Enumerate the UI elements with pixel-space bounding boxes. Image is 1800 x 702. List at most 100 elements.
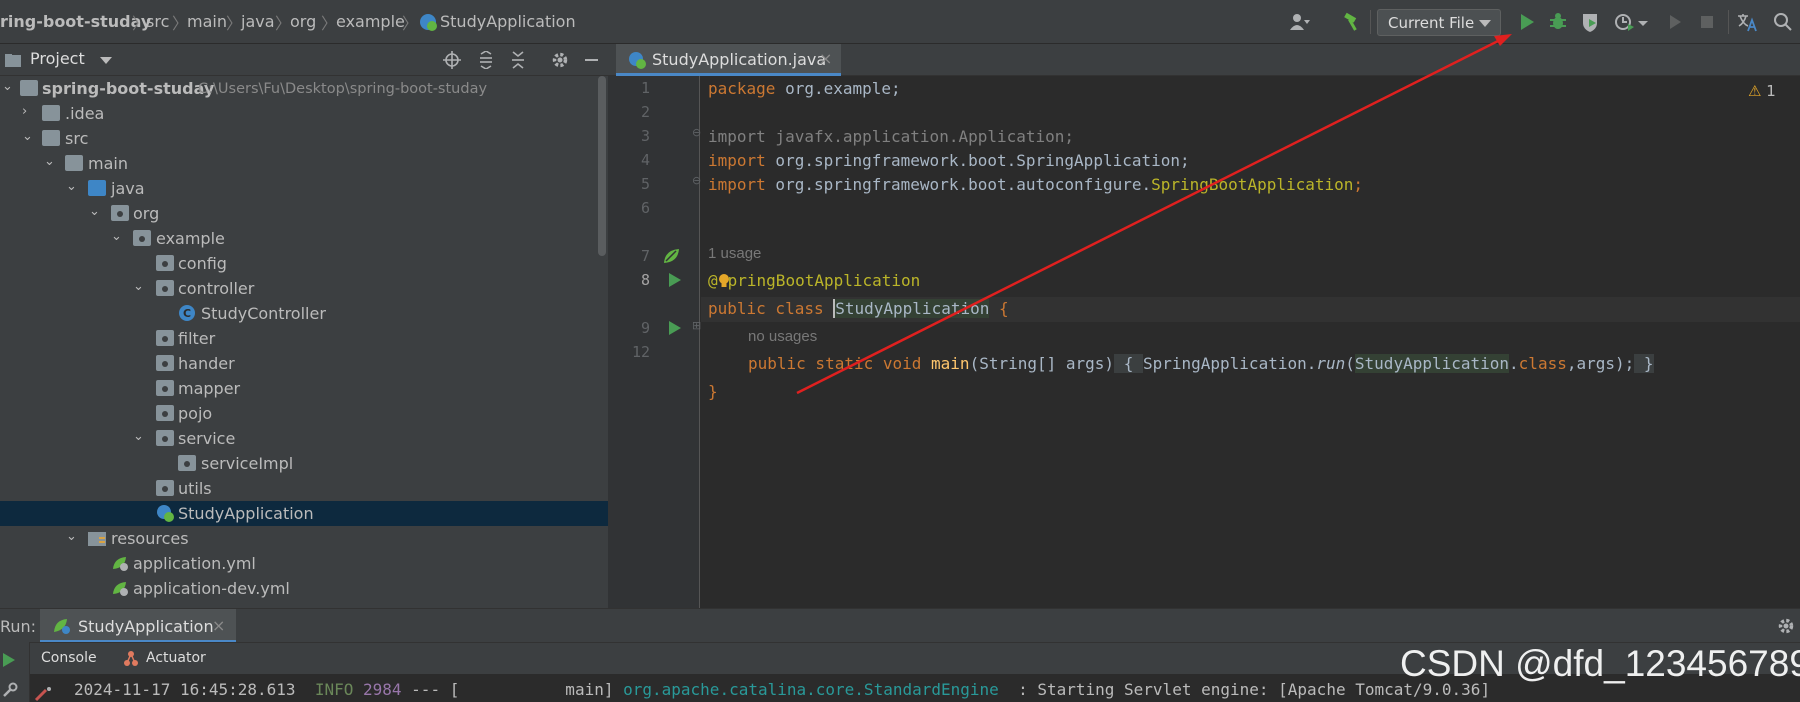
project-panel-title[interactable]: Project: [30, 49, 85, 68]
chevron-down-icon: [1479, 20, 1491, 27]
line-number: 2: [640, 103, 650, 121]
tree-item-pojo[interactable]: pojo: [0, 401, 608, 426]
tree-item-studyapplication[interactable]: StudyApplication: [0, 501, 608, 526]
search-icon[interactable]: [1772, 11, 1794, 33]
build-hammer-icon[interactable]: [1342, 11, 1364, 33]
line-number: 3: [640, 127, 650, 145]
translate-icon[interactable]: [1736, 11, 1758, 33]
tree-item-label: example: [156, 229, 225, 248]
tree-item-module[interactable]: ⌄ spring-boot-studay C:\Users\Fu\Desktop…: [0, 76, 608, 101]
run-gutter-icon[interactable]: [668, 320, 682, 336]
project-tree: ⌄ spring-boot-studay C:\Users\Fu\Desktop…: [0, 76, 608, 608]
tree-item-src[interactable]: ⌄ src: [0, 126, 608, 151]
breadcrumb-file[interactable]: StudyApplication: [440, 12, 576, 31]
breadcrumb-org[interactable]: org: [290, 12, 316, 31]
package-icon: [111, 205, 129, 221]
spring-bean-icon[interactable]: [662, 246, 682, 266]
chevron-down-icon[interactable]: ⌄: [133, 429, 144, 444]
yaml-config-icon: [113, 582, 128, 596]
run-icon[interactable]: [1516, 11, 1538, 33]
tree-item-label: main: [88, 154, 128, 173]
warning-indicator[interactable]: ⚠ 1: [1748, 82, 1776, 100]
project-scrollbar[interactable]: [598, 76, 606, 256]
tree-item-idea[interactable]: › .idea: [0, 101, 608, 126]
chevron-down-icon[interactable]: ⌄: [133, 279, 144, 294]
stop-run-icon[interactable]: [34, 686, 54, 702]
folder-icon: [42, 105, 60, 121]
minimize-icon[interactable]: [585, 59, 598, 61]
breadcrumb-separator: 〉: [275, 14, 292, 33]
profile-icon[interactable]: [1613, 11, 1635, 33]
fold-icon[interactable]: ⊖: [692, 174, 701, 187]
expand-fold-icon[interactable]: ⊞: [692, 319, 701, 332]
wrench-icon[interactable]: [2, 682, 18, 698]
tree-item-example[interactable]: ⌄ example: [0, 226, 608, 251]
tree-item-service[interactable]: ⌄ service: [0, 426, 608, 451]
chevron-down-icon[interactable]: [1636, 11, 1650, 33]
code-line: @ pringBootApplication: [708, 271, 921, 290]
tree-item-studycontroller[interactable]: C StudyController: [0, 301, 608, 326]
tab-console[interactable]: Console: [41, 650, 97, 666]
close-icon[interactable]: ×: [819, 49, 832, 68]
chevron-down-icon[interactable]: ⌄: [66, 529, 77, 544]
chevron-down-icon[interactable]: ⌄: [111, 229, 122, 244]
tree-item-label: service: [178, 429, 236, 448]
project-panel-header: Project: [0, 44, 608, 76]
lightbulb-icon[interactable]: [718, 271, 729, 290]
debug-icon[interactable]: [1547, 11, 1569, 33]
line-number: 6: [640, 199, 650, 217]
chevron-down-icon[interactable]: ⌄: [44, 154, 55, 169]
tree-item-resources[interactable]: ⌄ resources: [0, 526, 608, 551]
tree-item-label: controller: [178, 279, 255, 298]
account-icon[interactable]: [1288, 11, 1310, 33]
chevron-down-icon[interactable]: ⌄: [89, 204, 100, 219]
chevron-down-icon[interactable]: ⌄: [2, 79, 13, 94]
tab-label: StudyApplication.java: [652, 50, 827, 69]
run-gutter-icon[interactable]: [668, 272, 682, 288]
tree-item-controller[interactable]: ⌄ controller: [0, 276, 608, 301]
breadcrumb-main[interactable]: main: [187, 12, 227, 31]
breadcrumb-project[interactable]: ring-boot-studay: [0, 12, 151, 31]
run-tab-studyapplication[interactable]: StudyApplication ×: [40, 609, 236, 643]
locate-file-icon[interactable]: [443, 51, 461, 69]
tab-studyapplication[interactable]: StudyApplication.java ×: [616, 44, 841, 76]
breadcrumb-java[interactable]: java: [241, 12, 275, 31]
chevron-down-icon[interactable]: ⌄: [22, 129, 33, 144]
tree-item-filter[interactable]: filter: [0, 326, 608, 351]
chevron-down-icon[interactable]: ⌄: [66, 179, 77, 194]
toolbar-separator: [1370, 10, 1371, 34]
breadcrumb-src[interactable]: src: [146, 12, 169, 31]
chevron-right-icon[interactable]: ›: [22, 104, 27, 119]
tab-actuator[interactable]: Actuator: [146, 650, 206, 666]
gear-icon[interactable]: [551, 51, 569, 69]
tree-item-serviceimpl[interactable]: serviceImpl: [0, 451, 608, 476]
run-configuration-dropdown[interactable]: Current File: [1377, 9, 1501, 36]
tree-item-utils[interactable]: utils: [0, 476, 608, 501]
tree-item-application-dev-yml[interactable]: application-dev.yml: [0, 576, 608, 601]
tree-item-mapper[interactable]: mapper: [0, 376, 608, 401]
package-icon: [156, 430, 174, 446]
tree-item-main[interactable]: ⌄ main: [0, 151, 608, 176]
expand-all-icon[interactable]: [477, 51, 495, 69]
breadcrumb-example[interactable]: example: [336, 12, 405, 31]
package-icon: [156, 480, 174, 496]
coverage-icon[interactable]: [1579, 11, 1601, 33]
close-icon[interactable]: ×: [212, 616, 225, 635]
collapse-all-icon[interactable]: [509, 51, 527, 69]
tree-item-config[interactable]: config: [0, 251, 608, 276]
line-number: 12: [631, 343, 650, 361]
run-configuration-label: Current File: [1388, 14, 1475, 32]
line-number: 8: [640, 271, 650, 289]
fold-icon[interactable]: ⊖: [692, 126, 701, 139]
tree-item-org[interactable]: ⌄ org: [0, 201, 608, 226]
usage-hint[interactable]: 1 usage: [708, 245, 761, 262]
tree-item-java[interactable]: ⌄ java: [0, 176, 608, 201]
gear-icon[interactable]: [1777, 617, 1795, 635]
tree-item-application-yml[interactable]: application.yml: [0, 551, 608, 576]
rerun-icon[interactable]: [2, 652, 16, 668]
project-panel-icon: [5, 54, 21, 67]
usage-hint[interactable]: no usages: [748, 328, 817, 345]
tree-item-hander[interactable]: hander: [0, 351, 608, 376]
chevron-down-icon[interactable]: [100, 57, 112, 64]
module-folder-icon: [20, 80, 38, 96]
